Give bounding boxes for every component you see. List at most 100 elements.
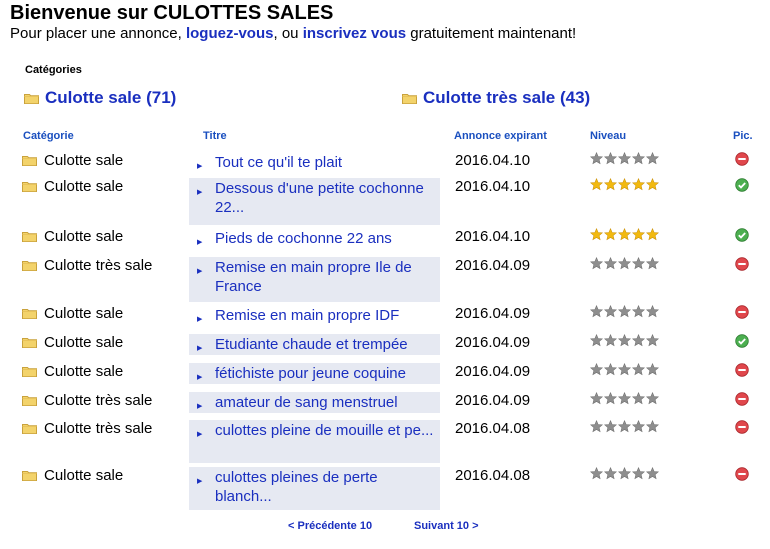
star-icon bbox=[589, 419, 604, 438]
arrow-right-icon: ▶ bbox=[197, 239, 203, 246]
row-category-label: Culotte sale bbox=[44, 334, 124, 351]
next-page-link[interactable]: Suivant 10 > bbox=[414, 520, 479, 532]
row-title-link[interactable]: ▶ Remise en main propre IDF bbox=[197, 306, 434, 325]
register-link[interactable]: inscrivez vous bbox=[303, 25, 406, 42]
row-category: Culotte sale bbox=[22, 305, 123, 322]
star-icon bbox=[603, 419, 618, 438]
row-category: Culotte sale bbox=[22, 334, 123, 351]
login-link[interactable]: loguez-vous bbox=[186, 25, 274, 42]
star-icon bbox=[603, 304, 618, 323]
row-title-cell: ▶ Dessous d'une petite cochonne 22... bbox=[189, 178, 440, 225]
check-icon bbox=[735, 228, 749, 247]
star-icon bbox=[589, 227, 604, 246]
row-title-label: amateur de sang menstruel bbox=[215, 394, 398, 411]
star-icon bbox=[645, 256, 660, 275]
row-category: Culotte très sale bbox=[22, 392, 152, 409]
star-icon bbox=[645, 466, 660, 485]
row-category-label: Culotte sale bbox=[44, 178, 124, 195]
folder-icon bbox=[22, 366, 37, 377]
folder-icon bbox=[22, 337, 37, 348]
rating-stars bbox=[589, 391, 660, 410]
intro-suffix: gratuitement maintenant! bbox=[410, 25, 577, 42]
star-icon bbox=[631, 177, 646, 196]
star-icon bbox=[617, 391, 632, 410]
column-header-title[interactable]: Titre bbox=[203, 130, 227, 142]
rating-stars bbox=[589, 333, 660, 352]
rating-stars bbox=[589, 466, 660, 485]
star-icon bbox=[645, 227, 660, 246]
category-link-culotte-tres-sale[interactable]: Culotte très sale (43) bbox=[402, 88, 590, 108]
table-row: Culotte sale ▶ Dessous d'une petite cochon… bbox=[0, 177, 770, 225]
rating-stars bbox=[589, 304, 660, 323]
row-title-link[interactable]: ▶ culottes pleines de perte blanch... bbox=[197, 468, 434, 506]
arrow-right-icon: ▶ bbox=[197, 374, 203, 381]
category-link-culotte-sale[interactable]: Culotte sale (71) bbox=[24, 88, 176, 108]
check-icon bbox=[735, 178, 749, 197]
star-icon bbox=[631, 333, 646, 352]
column-header-pic[interactable]: Pic. bbox=[733, 130, 753, 142]
row-title-cell: ▶ culottes pleines de perte blanch... bbox=[189, 467, 440, 510]
star-icon bbox=[631, 227, 646, 246]
folder-icon bbox=[22, 231, 37, 242]
row-expiry-date: 2016.04.08 bbox=[455, 420, 531, 437]
star-icon bbox=[589, 304, 604, 323]
star-icon bbox=[631, 419, 646, 438]
star-icon bbox=[589, 391, 604, 410]
minus-icon bbox=[735, 392, 749, 411]
minus-icon bbox=[735, 420, 749, 439]
star-icon bbox=[645, 151, 660, 170]
row-category: Culotte sale bbox=[22, 467, 123, 484]
column-header-expiry[interactable]: Annonce expirant bbox=[454, 130, 547, 142]
star-icon bbox=[603, 256, 618, 275]
row-category-label: Culotte sale bbox=[44, 228, 124, 245]
table-row: Culotte très sale ▶ amateur de sang menstr… bbox=[0, 391, 770, 413]
star-icon bbox=[589, 256, 604, 275]
star-icon bbox=[617, 227, 632, 246]
row-title-link[interactable]: ▶ Tout ce qu'il te plait bbox=[197, 153, 434, 172]
row-title-link[interactable]: ▶ Remise en main propre Ile de France bbox=[197, 258, 434, 296]
table-row: Culotte sale ▶ fétichiste pour jeune coqui… bbox=[0, 362, 770, 384]
row-expiry-date: 2016.04.09 bbox=[455, 305, 531, 322]
column-header-category[interactable]: Catégorie bbox=[23, 130, 74, 142]
row-expiry-date: 2016.04.10 bbox=[455, 152, 531, 169]
arrow-right-icon: ▶ bbox=[197, 431, 203, 438]
row-expiry-date: 2016.04.09 bbox=[455, 334, 531, 351]
minus-icon bbox=[735, 152, 749, 171]
previous-page-link[interactable]: < Précédente 10 bbox=[288, 520, 372, 532]
arrow-right-icon: ▶ bbox=[197, 268, 203, 275]
folder-icon bbox=[22, 181, 37, 192]
row-title-link[interactable]: ▶ Pieds de cochonne 22 ans bbox=[197, 229, 434, 248]
table-row: Culotte très sale ▶ Remise en main propre … bbox=[0, 256, 770, 302]
row-category-label: Culotte sale bbox=[44, 152, 124, 169]
categories-label: Catégories bbox=[25, 64, 82, 76]
row-category: Culotte sale bbox=[22, 363, 123, 380]
category-link-label: Culotte très sale (43) bbox=[423, 88, 591, 107]
row-category-label: Culotte très sale bbox=[44, 257, 153, 274]
star-icon bbox=[617, 304, 632, 323]
row-title-link[interactable]: ▶ Etudiante chaude et trempée bbox=[197, 335, 434, 354]
row-title-cell: ▶ Pieds de cochonne 22 ans bbox=[189, 228, 440, 249]
intro-middle: , ou bbox=[273, 25, 299, 42]
star-icon bbox=[631, 466, 646, 485]
arrow-right-icon: ▶ bbox=[197, 189, 203, 196]
star-icon bbox=[589, 177, 604, 196]
star-icon bbox=[617, 151, 632, 170]
star-icon bbox=[645, 362, 660, 381]
row-expiry-date: 2016.04.08 bbox=[455, 467, 531, 484]
star-icon bbox=[645, 333, 660, 352]
column-header-level[interactable]: Niveau bbox=[590, 130, 626, 142]
row-title-link[interactable]: ▶ amateur de sang menstruel bbox=[197, 393, 434, 412]
row-title-label: Dessous d'une petite cochonne 22... bbox=[215, 180, 424, 216]
row-expiry-date: 2016.04.09 bbox=[455, 363, 531, 380]
minus-icon bbox=[735, 305, 749, 324]
check-icon bbox=[735, 334, 749, 353]
row-title-link[interactable]: ▶ fétichiste pour jeune coquine bbox=[197, 364, 434, 383]
row-title-link[interactable]: ▶ Dessous d'une petite cochonne 22... bbox=[197, 179, 434, 217]
minus-icon bbox=[735, 363, 749, 382]
star-icon bbox=[631, 256, 646, 275]
star-icon bbox=[603, 391, 618, 410]
star-icon bbox=[603, 151, 618, 170]
row-title-link[interactable]: ▶ culottes pleine de mouille et pe... bbox=[197, 421, 434, 440]
row-title-cell: ▶ fétichiste pour jeune coquine bbox=[189, 363, 440, 384]
row-title-label: Remise en main propre IDF bbox=[215, 307, 400, 324]
